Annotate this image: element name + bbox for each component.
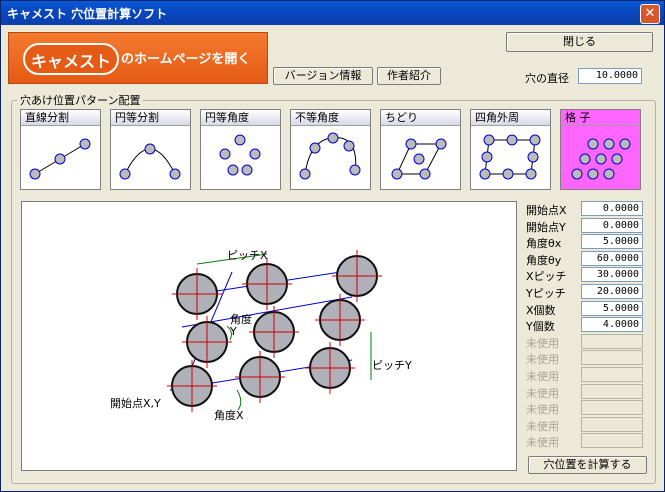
linear-pattern-icon <box>29 138 91 180</box>
param-input[interactable]: 20.0000 <box>581 284 643 299</box>
param-label: Yピッチ <box>526 287 566 300</box>
param-label: 未使用 <box>526 403 559 417</box>
pattern-circle-angle-button[interactable]: 円等角度 <box>200 109 281 190</box>
window-title: キャメスト 穴位置計算ソフト <box>7 7 168 21</box>
param-input <box>581 400 643 416</box>
param-label: X個数 <box>526 303 556 317</box>
angle-x-label: 角度X <box>214 409 244 422</box>
grid-pattern-icon <box>571 138 631 180</box>
pattern-linear-button[interactable]: 直線分割 <box>20 109 101 190</box>
param-label: 未使用 <box>526 386 559 400</box>
param-input <box>581 333 643 349</box>
pattern-label: ちどり <box>381 110 460 126</box>
circle-angle-icon <box>219 134 261 176</box>
circle-divide-icon <box>119 143 181 180</box>
param-input[interactable]: 0.0000 <box>581 201 643 216</box>
pattern-label: 不等角度 <box>291 110 370 126</box>
param-input[interactable]: 4.0000 <box>581 317 643 333</box>
version-info-button[interactable]: バージョン情報 <box>273 67 373 85</box>
pattern-grid-button[interactable]: 格 子 <box>560 109 641 190</box>
pattern-label: 円等角度 <box>201 110 280 126</box>
pattern-circle-divide-button[interactable]: 円等分割 <box>110 109 191 190</box>
param-input[interactable]: 5.0000 <box>581 234 643 250</box>
pattern-label: 四角外周 <box>471 110 550 126</box>
pitch-y-label: ピッチY <box>372 359 412 372</box>
pattern-group-title: 穴あけ位置パターン配置 <box>17 92 144 108</box>
param-input[interactable]: 30.0000 <box>581 267 643 283</box>
staggered-icon <box>391 138 447 180</box>
app-window: キャメスト 穴位置計算ソフト ✕ キャメスト のホームページを開く 閉じる バー… <box>0 0 665 492</box>
hole-diameter-input[interactable]: 10.0000 <box>578 68 642 84</box>
param-label: 角度θy <box>526 253 562 267</box>
pattern-label: 円等分割 <box>111 110 190 126</box>
pattern-unequal-angle-button[interactable]: 不等角度 <box>290 109 371 190</box>
param-input <box>581 350 643 366</box>
param-label: 未使用 <box>526 353 559 367</box>
param-input <box>581 433 643 449</box>
hole-diameter-label: 穴の直径 <box>525 72 569 85</box>
start-point-label: 開始点X,Y <box>110 397 161 410</box>
pattern-rect-perimeter-button[interactable]: 四角外周 <box>470 109 551 190</box>
title-bar[interactable]: キャメスト 穴位置計算ソフト ✕ <box>1 1 664 25</box>
param-input <box>581 383 643 399</box>
homepage-link-button[interactable]: キャメスト のホームページを開く <box>8 32 268 84</box>
homepage-link-label: のホームページを開く <box>121 52 251 67</box>
calculate-button[interactable]: 穴位置を計算する <box>528 456 647 474</box>
angle-y-label: 角度 Y <box>230 313 252 338</box>
param-label: 未使用 <box>526 370 559 383</box>
param-label: 未使用 <box>526 419 559 433</box>
param-input <box>581 416 643 432</box>
grid-diagram <box>167 250 382 412</box>
param-label: 開始点Y <box>526 220 566 234</box>
rect-perimeter-icon <box>479 134 541 180</box>
brand-name: キャメスト <box>30 52 111 71</box>
param-label: Y個数 <box>526 320 555 334</box>
brand-logo: キャメスト <box>23 43 119 75</box>
param-input[interactable]: 0.0000 <box>581 217 643 233</box>
param-input[interactable]: 60.0000 <box>581 250 643 266</box>
diagram-canvas: ピッチX ピッチY 角度 Y 角度X 開始点X,Y <box>21 201 517 471</box>
param-input <box>581 367 643 382</box>
pattern-label: 格 子 <box>561 110 640 126</box>
param-label: 開始点X <box>526 204 567 217</box>
unequal-angle-icon <box>299 132 361 180</box>
param-label: 未使用 <box>526 436 559 450</box>
param-input[interactable]: 5.0000 <box>581 300 643 316</box>
param-label: 未使用 <box>526 336 559 350</box>
pattern-label: 直線分割 <box>21 110 100 126</box>
pattern-staggered-button[interactable]: ちどり <box>380 109 461 190</box>
param-label: Xピッチ <box>526 270 567 284</box>
close-icon[interactable]: ✕ <box>640 4 660 24</box>
close-button[interactable]: 閉じる <box>506 32 653 52</box>
author-button[interactable]: 作者紹介 <box>377 67 441 85</box>
pitch-x-label: ピッチX <box>227 249 268 262</box>
param-label: 角度θx <box>526 237 562 251</box>
